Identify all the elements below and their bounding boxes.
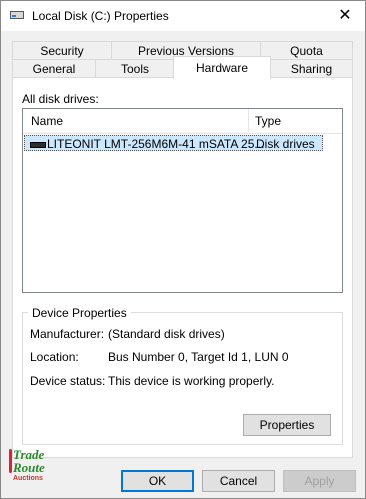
tab-general[interactable]: General — [12, 59, 96, 77]
device-status-value: This device is working properly. — [108, 374, 275, 388]
close-button[interactable]: ✕ — [331, 4, 359, 28]
column-header-name[interactable]: Name — [31, 114, 63, 128]
logo-text-line3: Auctions — [13, 475, 43, 482]
device-properties-legend: Device Properties — [28, 306, 131, 320]
drive-icon — [10, 11, 24, 19]
close-icon: ✕ — [338, 7, 352, 24]
properties-window: Local Disk (C:) Properties ✕ Security Pr… — [0, 0, 366, 499]
cancel-button[interactable]: Cancel — [202, 470, 275, 492]
tab-hardware[interactable]: Hardware — [173, 56, 271, 79]
tab-label: Quota — [290, 44, 323, 58]
properties-button[interactable]: Properties — [243, 414, 331, 436]
tab-quota[interactable]: Quota — [260, 41, 353, 59]
tab-label: Tools — [120, 62, 149, 76]
column-header-type[interactable]: Type — [255, 114, 281, 128]
ok-button-label: OK — [148, 474, 167, 488]
list-header: Name Type — [23, 109, 342, 134]
tab-sharing[interactable]: Sharing — [270, 59, 353, 77]
location-label: Location: — [30, 350, 79, 364]
manufacturer-label: Manufacturer: — [30, 327, 105, 341]
properties-button-label: Properties — [259, 418, 315, 432]
location-value: Bus Number 0, Target Id 1, LUN 0 — [108, 350, 289, 364]
tab-security[interactable]: Security — [12, 41, 112, 59]
device-status-label: Device status: — [30, 374, 106, 388]
manufacturer-value: (Standard disk drives) — [108, 327, 225, 341]
ok-button[interactable]: OK — [121, 470, 194, 492]
drive-type: Disk drives — [256, 137, 315, 151]
logo-text-line2: Route — [13, 460, 45, 475]
disk-drive-icon — [30, 142, 46, 148]
apply-button[interactable]: Apply — [283, 470, 356, 492]
window-title: Local Disk (C:) Properties — [32, 9, 169, 23]
apply-button-label: Apply — [304, 474, 335, 488]
tab-label: Security — [40, 44, 84, 58]
drive-name: LITEONIT LMT-256M6M-41 mSATA 25... — [47, 137, 265, 151]
tab-label: Hardware — [195, 61, 249, 75]
tab-label: Sharing — [290, 62, 333, 76]
trade-route-watermark-logo: Trade Route Auctions — [9, 447, 57, 487]
disk-drives-list[interactable]: Name Type LITEONIT LMT-256M6M-41 mSATA 2… — [22, 108, 343, 293]
cancel-button-label: Cancel — [219, 474, 258, 488]
list-item[interactable]: LITEONIT LMT-256M6M-41 mSATA 25... Disk … — [24, 135, 323, 151]
logo-swoosh — [9, 449, 12, 473]
tab-label: General — [32, 62, 76, 76]
column-divider[interactable] — [248, 109, 249, 132]
tab-tools[interactable]: Tools — [95, 59, 175, 77]
title-bar[interactable]: Local Disk (C:) Properties ✕ — [1, 1, 365, 31]
all-disk-drives-label: All disk drives: — [22, 92, 99, 106]
